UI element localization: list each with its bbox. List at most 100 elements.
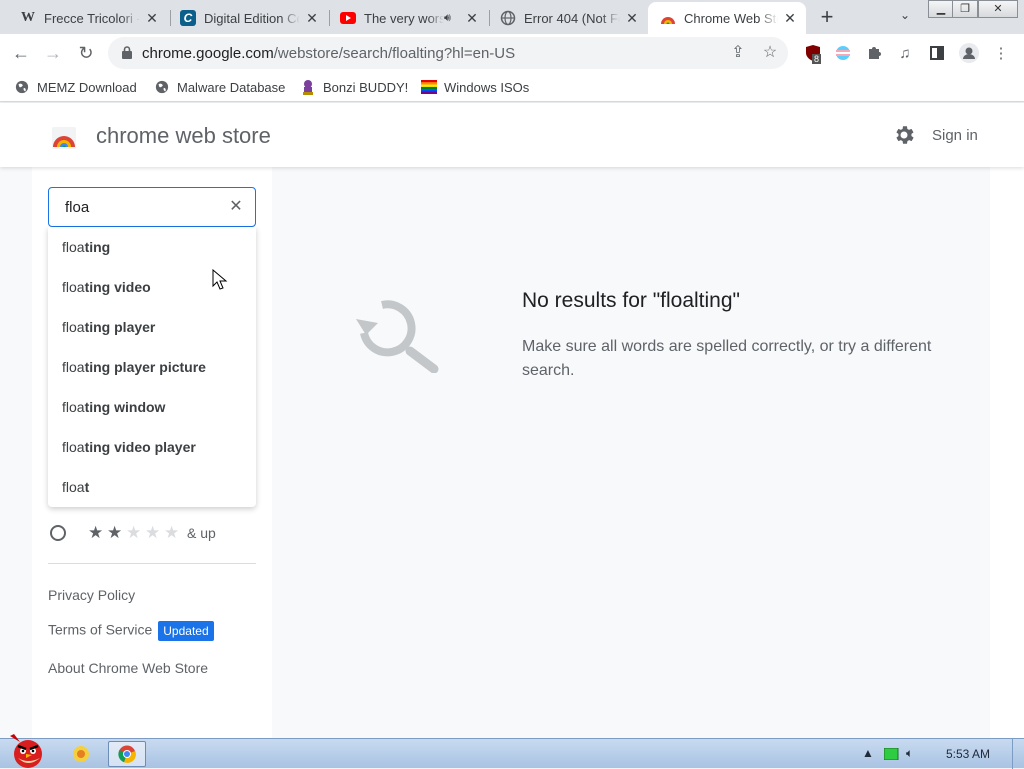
bookmark-malware-database[interactable]: Malware Database xyxy=(154,77,285,97)
about-store-link[interactable]: About Chrome Web Store xyxy=(48,660,208,676)
taskbar-clock[interactable]: 5:53 AM xyxy=(946,747,990,761)
page-right-margin xyxy=(990,167,1024,738)
suggestion-item[interactable]: floating player picture xyxy=(62,359,206,379)
back-button[interactable]: ← xyxy=(8,40,34,66)
updated-badge: Updated xyxy=(158,621,214,641)
bookmark-star-icon[interactable]: ☆ xyxy=(760,43,780,63)
close-window-button[interactable]: ✕ xyxy=(978,0,1018,18)
tab-error-404[interactable]: Error 404 (Not Found) ✕ xyxy=(488,4,648,32)
url-text[interactable]: chrome.google.com/webstore/search/floalt… xyxy=(142,45,515,62)
forward-button[interactable]: → xyxy=(40,40,66,66)
rainbow-flag-icon xyxy=(421,79,437,95)
share-icon[interactable]: ⇪ xyxy=(728,43,748,63)
search-input-value: floa xyxy=(65,199,90,216)
tab-search-icon[interactable]: ⌄ xyxy=(895,8,915,28)
tab-wikipedia[interactable]: W Frecce Tricolori - Wikipedia ✕ xyxy=(8,4,168,32)
suggestion-item[interactable]: float xyxy=(62,479,89,499)
bookmark-memz[interactable]: MEMZ Download xyxy=(14,77,137,97)
close-icon[interactable]: ✕ xyxy=(782,10,798,26)
tab-strip: W Frecce Tricolori - Wikipedia ✕ C Digit… xyxy=(0,0,1024,34)
taskbar-chrome-icon[interactable] xyxy=(108,741,146,767)
rating-radio-button[interactable] xyxy=(50,525,66,541)
profile-avatar-icon[interactable] xyxy=(958,42,980,64)
star-empty-icon: ★ xyxy=(126,523,142,542)
tray-battery-icon[interactable] xyxy=(883,747,900,763)
globe-icon xyxy=(154,79,170,95)
maximize-button[interactable]: ❐ xyxy=(952,0,978,18)
terms-label: Terms of Service xyxy=(48,621,153,638)
show-desktop-button[interactable] xyxy=(1012,739,1024,769)
windows-taskbar: ▲ 🔈︎ 5:53 AM xyxy=(0,734,1024,769)
audio-playing-icon[interactable]: 🔊︎ xyxy=(444,12,460,25)
search-input[interactable]: floa ✕ xyxy=(48,187,256,227)
bookmark-bonzi-buddy[interactable]: Bonzi BUDDY! xyxy=(300,77,408,97)
chrome-menu-icon[interactable]: ⋮ xyxy=(990,42,1012,64)
no-results-search-icon xyxy=(356,300,439,373)
no-results-message: Make sure all words are spelled correctl… xyxy=(522,338,932,379)
bookmark-label: Malware Database xyxy=(177,79,286,95)
close-icon[interactable]: ✕ xyxy=(624,10,640,26)
page-content: chrome web store Sign in floa ✕ floating… xyxy=(0,103,1024,738)
taskbar-explorer-icon[interactable] xyxy=(62,741,100,767)
globe-icon xyxy=(500,10,516,26)
wikipedia-icon: W xyxy=(21,10,35,25)
side-panel-icon[interactable] xyxy=(926,42,948,64)
suggestion-item[interactable]: floating video player xyxy=(62,439,196,459)
tab-title: The very worst xyxy=(364,10,444,26)
tab-chrome-web-store[interactable]: Chrome Web Store ✕ xyxy=(648,2,806,34)
address-bar[interactable]: chrome.google.com/webstore/search/floalt… xyxy=(108,37,788,69)
close-icon[interactable]: ✕ xyxy=(464,10,480,26)
privacy-policy-link[interactable]: Privacy Policy xyxy=(48,587,135,603)
sidebar-divider xyxy=(48,563,256,564)
ublock-extension-icon[interactable]: 8 xyxy=(802,42,824,64)
terms-of-service-link[interactable]: Terms of Service Updated xyxy=(48,621,214,641)
tab-title: Error 404 (Not Found) xyxy=(524,10,620,26)
tab-title: Chrome Web Store xyxy=(684,10,778,26)
tab-youtube[interactable]: The very worst 🔊︎ ✕ xyxy=(328,4,488,32)
star-empty-icon: ★ xyxy=(164,523,180,542)
corriere-icon: C xyxy=(180,10,196,26)
sign-in-link[interactable]: Sign in xyxy=(932,127,978,144)
settings-gear-icon[interactable] xyxy=(892,123,916,147)
tab-title: Digital Edition Corriere xyxy=(204,10,300,26)
tray-expand-icon[interactable]: ▲ xyxy=(862,746,874,760)
media-control-icon[interactable]: ♫ xyxy=(894,42,916,64)
bonzi-icon xyxy=(300,79,316,95)
new-tab-button[interactable]: + xyxy=(815,6,839,30)
lock-icon[interactable] xyxy=(122,46,132,64)
bookmark-windows-isos[interactable]: Windows ISOs xyxy=(421,77,529,97)
suggestion-item[interactable]: floating window xyxy=(62,399,165,419)
bookmark-label: Windows ISOs xyxy=(444,79,530,95)
bookmark-label: MEMZ Download xyxy=(37,79,137,95)
start-button-angry-bird-icon[interactable] xyxy=(4,731,50,769)
suggestion-item[interactable]: floating video xyxy=(62,279,151,299)
url-path: /webstore/search/floalting?hl=en-US xyxy=(273,45,516,62)
bookmark-label: Bonzi BUDDY! xyxy=(323,79,409,95)
webstore-icon xyxy=(660,10,676,26)
url-host: chrome.google.com xyxy=(142,45,274,62)
clear-search-icon[interactable]: ✕ xyxy=(227,198,245,216)
youtube-icon xyxy=(340,10,356,26)
browser-toolbar: ← → ↻ chrome.google.com/webstore/search/… xyxy=(0,34,1024,72)
suggestion-item[interactable]: floating player xyxy=(62,319,155,339)
pride-extension-icon[interactable] xyxy=(832,42,854,64)
extension-badge: 8 xyxy=(812,54,822,64)
reload-button[interactable]: ↻ xyxy=(73,40,99,66)
globe-icon xyxy=(14,79,30,95)
tab-corriere[interactable]: C Digital Edition Corriere ✕ xyxy=(168,4,328,32)
close-icon[interactable]: ✕ xyxy=(304,10,320,26)
tray-volume-icon[interactable]: 🔈︎ xyxy=(906,746,913,761)
store-title[interactable]: chrome web store xyxy=(96,123,271,149)
close-icon[interactable]: ✕ xyxy=(144,10,160,26)
suggestion-item[interactable]: floating xyxy=(62,239,110,259)
bookmarks-bar: MEMZ Download Malware Database Bonzi BUD… xyxy=(0,72,1024,102)
rating-label: & up xyxy=(187,525,216,541)
extensions-puzzle-icon[interactable] xyxy=(863,42,885,64)
tab-title: Frecce Tricolori - Wikipedia xyxy=(44,10,140,26)
mouse-cursor-icon xyxy=(212,269,228,290)
minimize-button[interactable]: ▁ xyxy=(928,0,954,18)
webstore-logo[interactable] xyxy=(50,123,78,151)
rating-filter-option[interactable]: ★ ★ ★ ★ ★ & up xyxy=(48,523,258,547)
star-filled-icon: ★ xyxy=(88,523,104,542)
star-filled-icon: ★ xyxy=(107,523,123,542)
